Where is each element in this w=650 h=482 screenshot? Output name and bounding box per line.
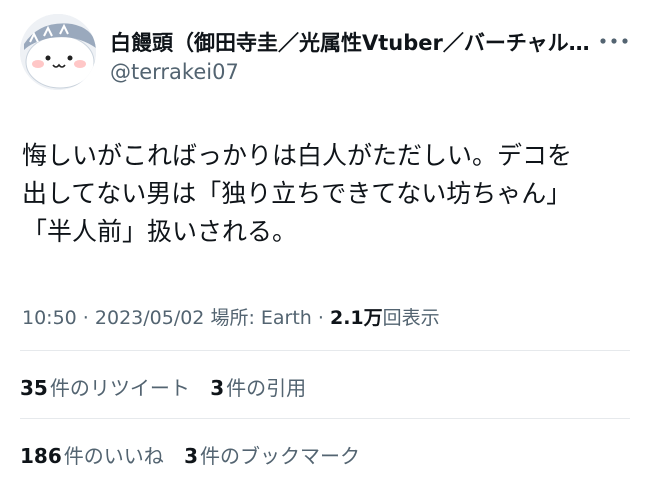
retweet-quote-stats: 35 件のリツイート 3 件の引用 xyxy=(20,372,320,401)
retweets-stat[interactable]: 35 件のリツイート xyxy=(20,376,190,400)
bookmarks-stat[interactable]: 3 件のブックマーク xyxy=(184,444,360,468)
tweet-time[interactable]: 10:50 xyxy=(22,307,77,329)
views-count: 2.1万 xyxy=(329,307,383,329)
author-handle[interactable]: @terrakei07 xyxy=(110,60,239,84)
bookmarks-label: 件のブックマーク xyxy=(200,444,361,468)
avatar-character-icon xyxy=(20,14,96,90)
quotes-stat[interactable]: 3 件の引用 xyxy=(210,376,306,400)
retweets-count: 35 xyxy=(20,376,48,400)
more-horizontal-icon[interactable] xyxy=(598,34,630,48)
quotes-label: 件の引用 xyxy=(226,376,307,400)
likes-label: 件のいいね xyxy=(63,444,164,468)
meta-separator: · xyxy=(76,307,95,329)
likes-count: 186 xyxy=(20,444,62,468)
tweet-text: 悔しいがこればっかりは白人がただしい。デコを 出してない男は「独り立ちできてない… xyxy=(22,141,573,246)
divider xyxy=(20,350,630,351)
tweet-location: 場所: Earth xyxy=(204,307,312,329)
likes-stat[interactable]: 186 件のいいね xyxy=(20,444,164,468)
like-bookmark-stats: 186 件のいいね 3 件のブックマーク xyxy=(20,440,374,469)
meta-separator: · xyxy=(311,307,330,329)
bookmarks-count: 3 xyxy=(184,444,199,468)
author-display-name[interactable]: 白饅頭（御田寺圭／光属性Vtuber／バーチャル無職） xyxy=(110,27,595,57)
quotes-count: 3 xyxy=(210,376,225,400)
tweet-meta: 10:50 · 2023/05/02 場所: Earth · 2.1万回表示 xyxy=(22,303,440,330)
retweets-label: 件のリツイート xyxy=(49,376,190,400)
divider xyxy=(20,418,630,419)
avatar[interactable] xyxy=(20,14,96,90)
views-label: 回表示 xyxy=(382,307,440,329)
tweet-date[interactable]: 2023/05/02 xyxy=(95,307,205,329)
